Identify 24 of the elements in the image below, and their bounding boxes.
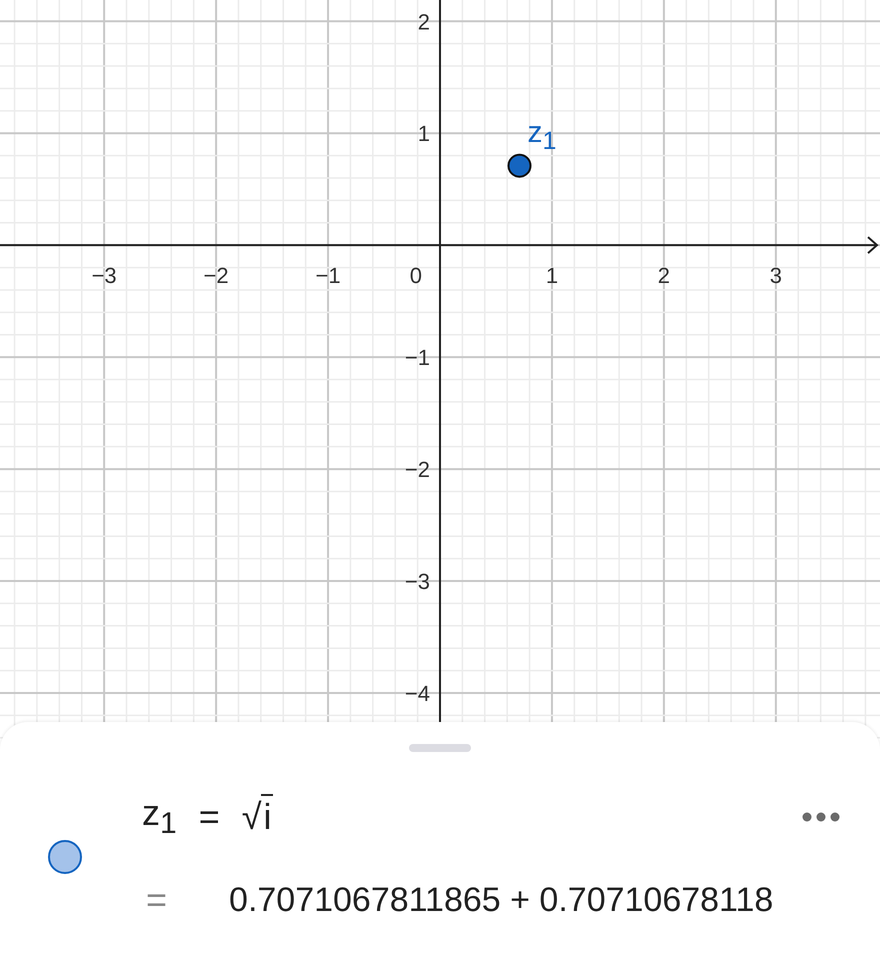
x-tick-label: 3 xyxy=(770,263,782,288)
more-icon[interactable] xyxy=(802,812,840,822)
y-tick-label: −2 xyxy=(404,457,430,482)
x-tick-label: 2 xyxy=(658,263,670,288)
point-label: z$_{1}$ xyxy=(527,116,556,149)
y-tick-label: 2 xyxy=(418,9,430,34)
equals-sign: = xyxy=(146,879,168,922)
y-tick-label: −3 xyxy=(404,569,430,594)
drag-handle[interactable] xyxy=(409,744,471,752)
visibility-toggle[interactable] xyxy=(48,840,82,874)
object-name: z$_{1}$ xyxy=(142,792,177,842)
output-value: 0.7071067811865 + 0.70710678118 xyxy=(229,880,774,920)
x-tick-label: −2 xyxy=(204,263,229,288)
equals-sign: = xyxy=(198,796,220,838)
graph-canvas[interactable]: −3 −2 −1 1 2 3 2 1 −1 −2 −3 −4 0 z$_{1}$ xyxy=(0,0,880,740)
y-tick-label: 1 xyxy=(418,121,430,146)
y-tick-label: −1 xyxy=(404,345,430,370)
x-tick-label: 1 xyxy=(546,263,558,288)
x-tick-label: −3 xyxy=(92,263,117,288)
point-marker[interactable] xyxy=(508,154,532,178)
y-tick-label: −4 xyxy=(404,680,430,706)
square-root-expression: √i xyxy=(242,796,274,838)
origin-label: 0 xyxy=(410,263,422,288)
x-tick-label: −1 xyxy=(316,263,341,288)
